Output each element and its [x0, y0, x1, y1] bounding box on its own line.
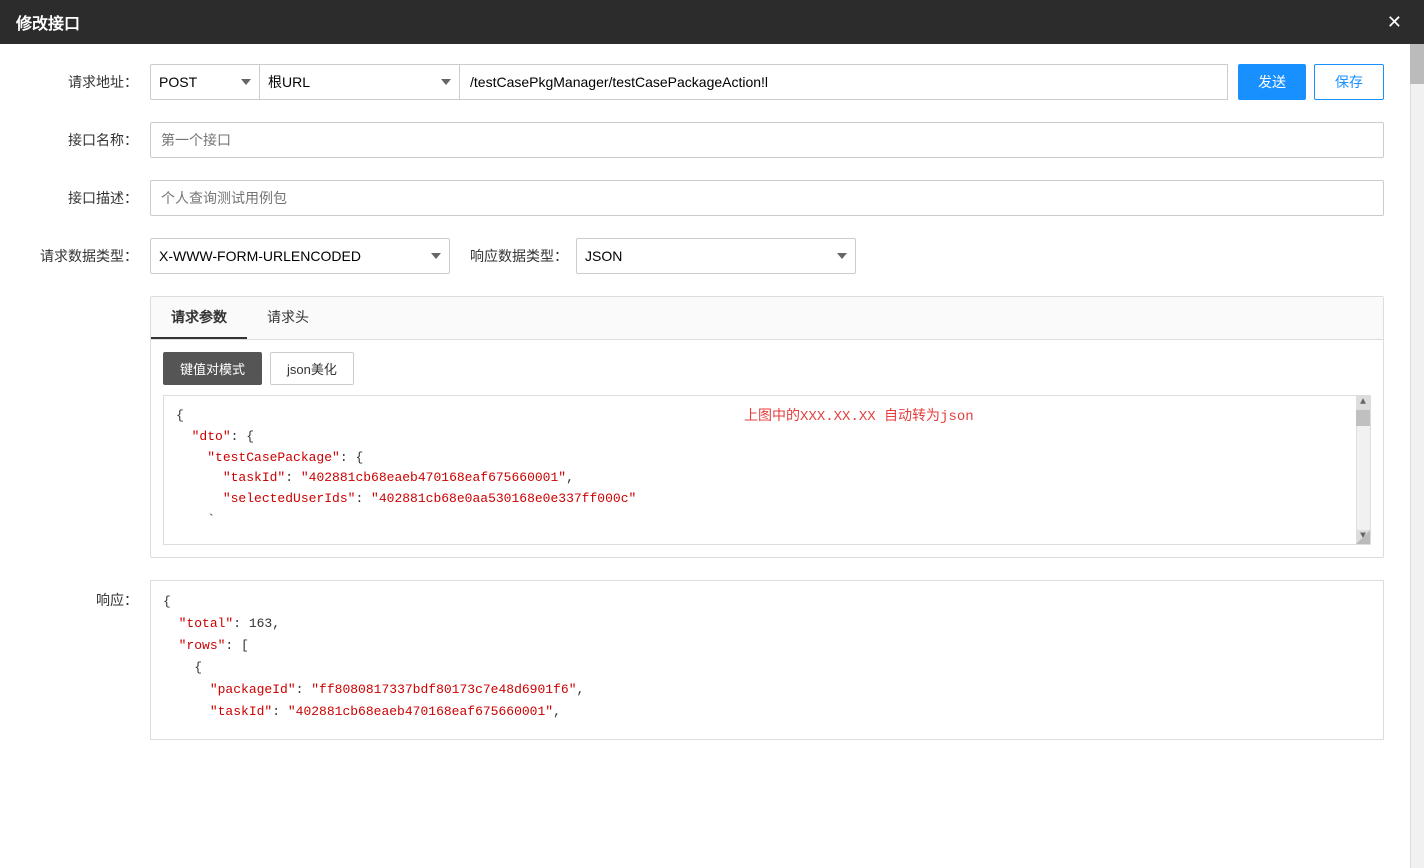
tab-request-params[interactable]: 请求参数 [151, 297, 247, 339]
resize-handle[interactable] [1356, 530, 1370, 544]
params-panel-row: 请求参数 请求头 键值对模式 json美化 上图中的XXX.XX.XX 自动转为… [40, 296, 1384, 558]
url-row: POST GET PUT DELETE 根URL 发送 保存 [150, 64, 1384, 100]
interface-desc-label: 接口描述： [40, 188, 150, 208]
response-row: 响应： { "total": 163, "rows": [ { "package… [40, 580, 1384, 740]
dialog-title: 修改接口 [16, 10, 80, 34]
url-input[interactable] [460, 64, 1228, 100]
panel-body: 键值对模式 json美化 上图中的XXX.XX.XX 自动转为json { "d… [151, 340, 1383, 557]
base-url-select[interactable]: 根URL [260, 64, 460, 100]
dialog-header: 修改接口 ✕ [0, 0, 1424, 44]
method-select[interactable]: POST GET PUT DELETE [150, 64, 260, 100]
request-data-type-label: 请求数据类型： [40, 246, 150, 266]
request-url-row: 请求地址： POST GET PUT DELETE 根URL 发送 保存 [40, 64, 1384, 100]
data-type-row: 请求数据类型： X-WWW-FORM-URLENCODED JSON form-… [40, 238, 1384, 274]
outer-scrollbar-thumb[interactable] [1410, 44, 1424, 84]
response-label: 响应： [40, 580, 150, 610]
request-label: 请求地址： [40, 72, 150, 92]
kv-mode-button[interactable]: 键值对模式 [163, 352, 262, 385]
interface-name-label: 接口名称： [40, 130, 150, 150]
save-button[interactable]: 保存 [1314, 64, 1384, 100]
params-panel: 请求参数 请求头 键值对模式 json美化 上图中的XXX.XX.XX 自动转为… [150, 296, 1384, 558]
interface-desc-input[interactable] [150, 180, 1384, 216]
data-type-row-inner: X-WWW-FORM-URLENCODED JSON form-data raw… [150, 238, 1384, 274]
interface-name-input[interactable] [150, 122, 1384, 158]
close-button[interactable]: ✕ [1381, 11, 1408, 33]
json-mode-button[interactable]: json美化 [270, 352, 354, 385]
interface-name-row: 接口名称： [40, 122, 1384, 158]
dialog-body: 请求地址： POST GET PUT DELETE 根URL 发送 保存 接口名… [0, 44, 1424, 868]
response-body: { "total": 163, "rows": [ { "packageId":… [150, 580, 1384, 740]
send-button[interactable]: 发送 [1238, 64, 1306, 100]
response-type-select[interactable]: JSON XML HTML text [576, 238, 856, 274]
request-type-select[interactable]: X-WWW-FORM-URLENCODED JSON form-data raw [150, 238, 450, 274]
interface-desc-row: 接口描述： [40, 180, 1384, 216]
response-type-group: 响应数据类型： JSON XML HTML text [470, 238, 856, 274]
panel-tabs: 请求参数 请求头 [151, 297, 1383, 340]
outer-scrollbar[interactable] [1410, 44, 1424, 868]
code-scrollbar-track[interactable]: ▼ ▲ [1356, 396, 1370, 544]
tab-request-headers[interactable]: 请求头 [247, 297, 329, 339]
response-type-label: 响应数据类型： [470, 246, 568, 266]
dialog: 修改接口 ✕ 请求地址： POST GET PUT DELETE 根URL 发送 [0, 0, 1424, 868]
mode-buttons: 键值对模式 json美化 [163, 352, 1371, 385]
scroll-up-btn[interactable]: ▲ [1356, 396, 1370, 410]
code-area: 上图中的XXX.XX.XX 自动转为json { "dto": { "testC… [163, 395, 1371, 545]
